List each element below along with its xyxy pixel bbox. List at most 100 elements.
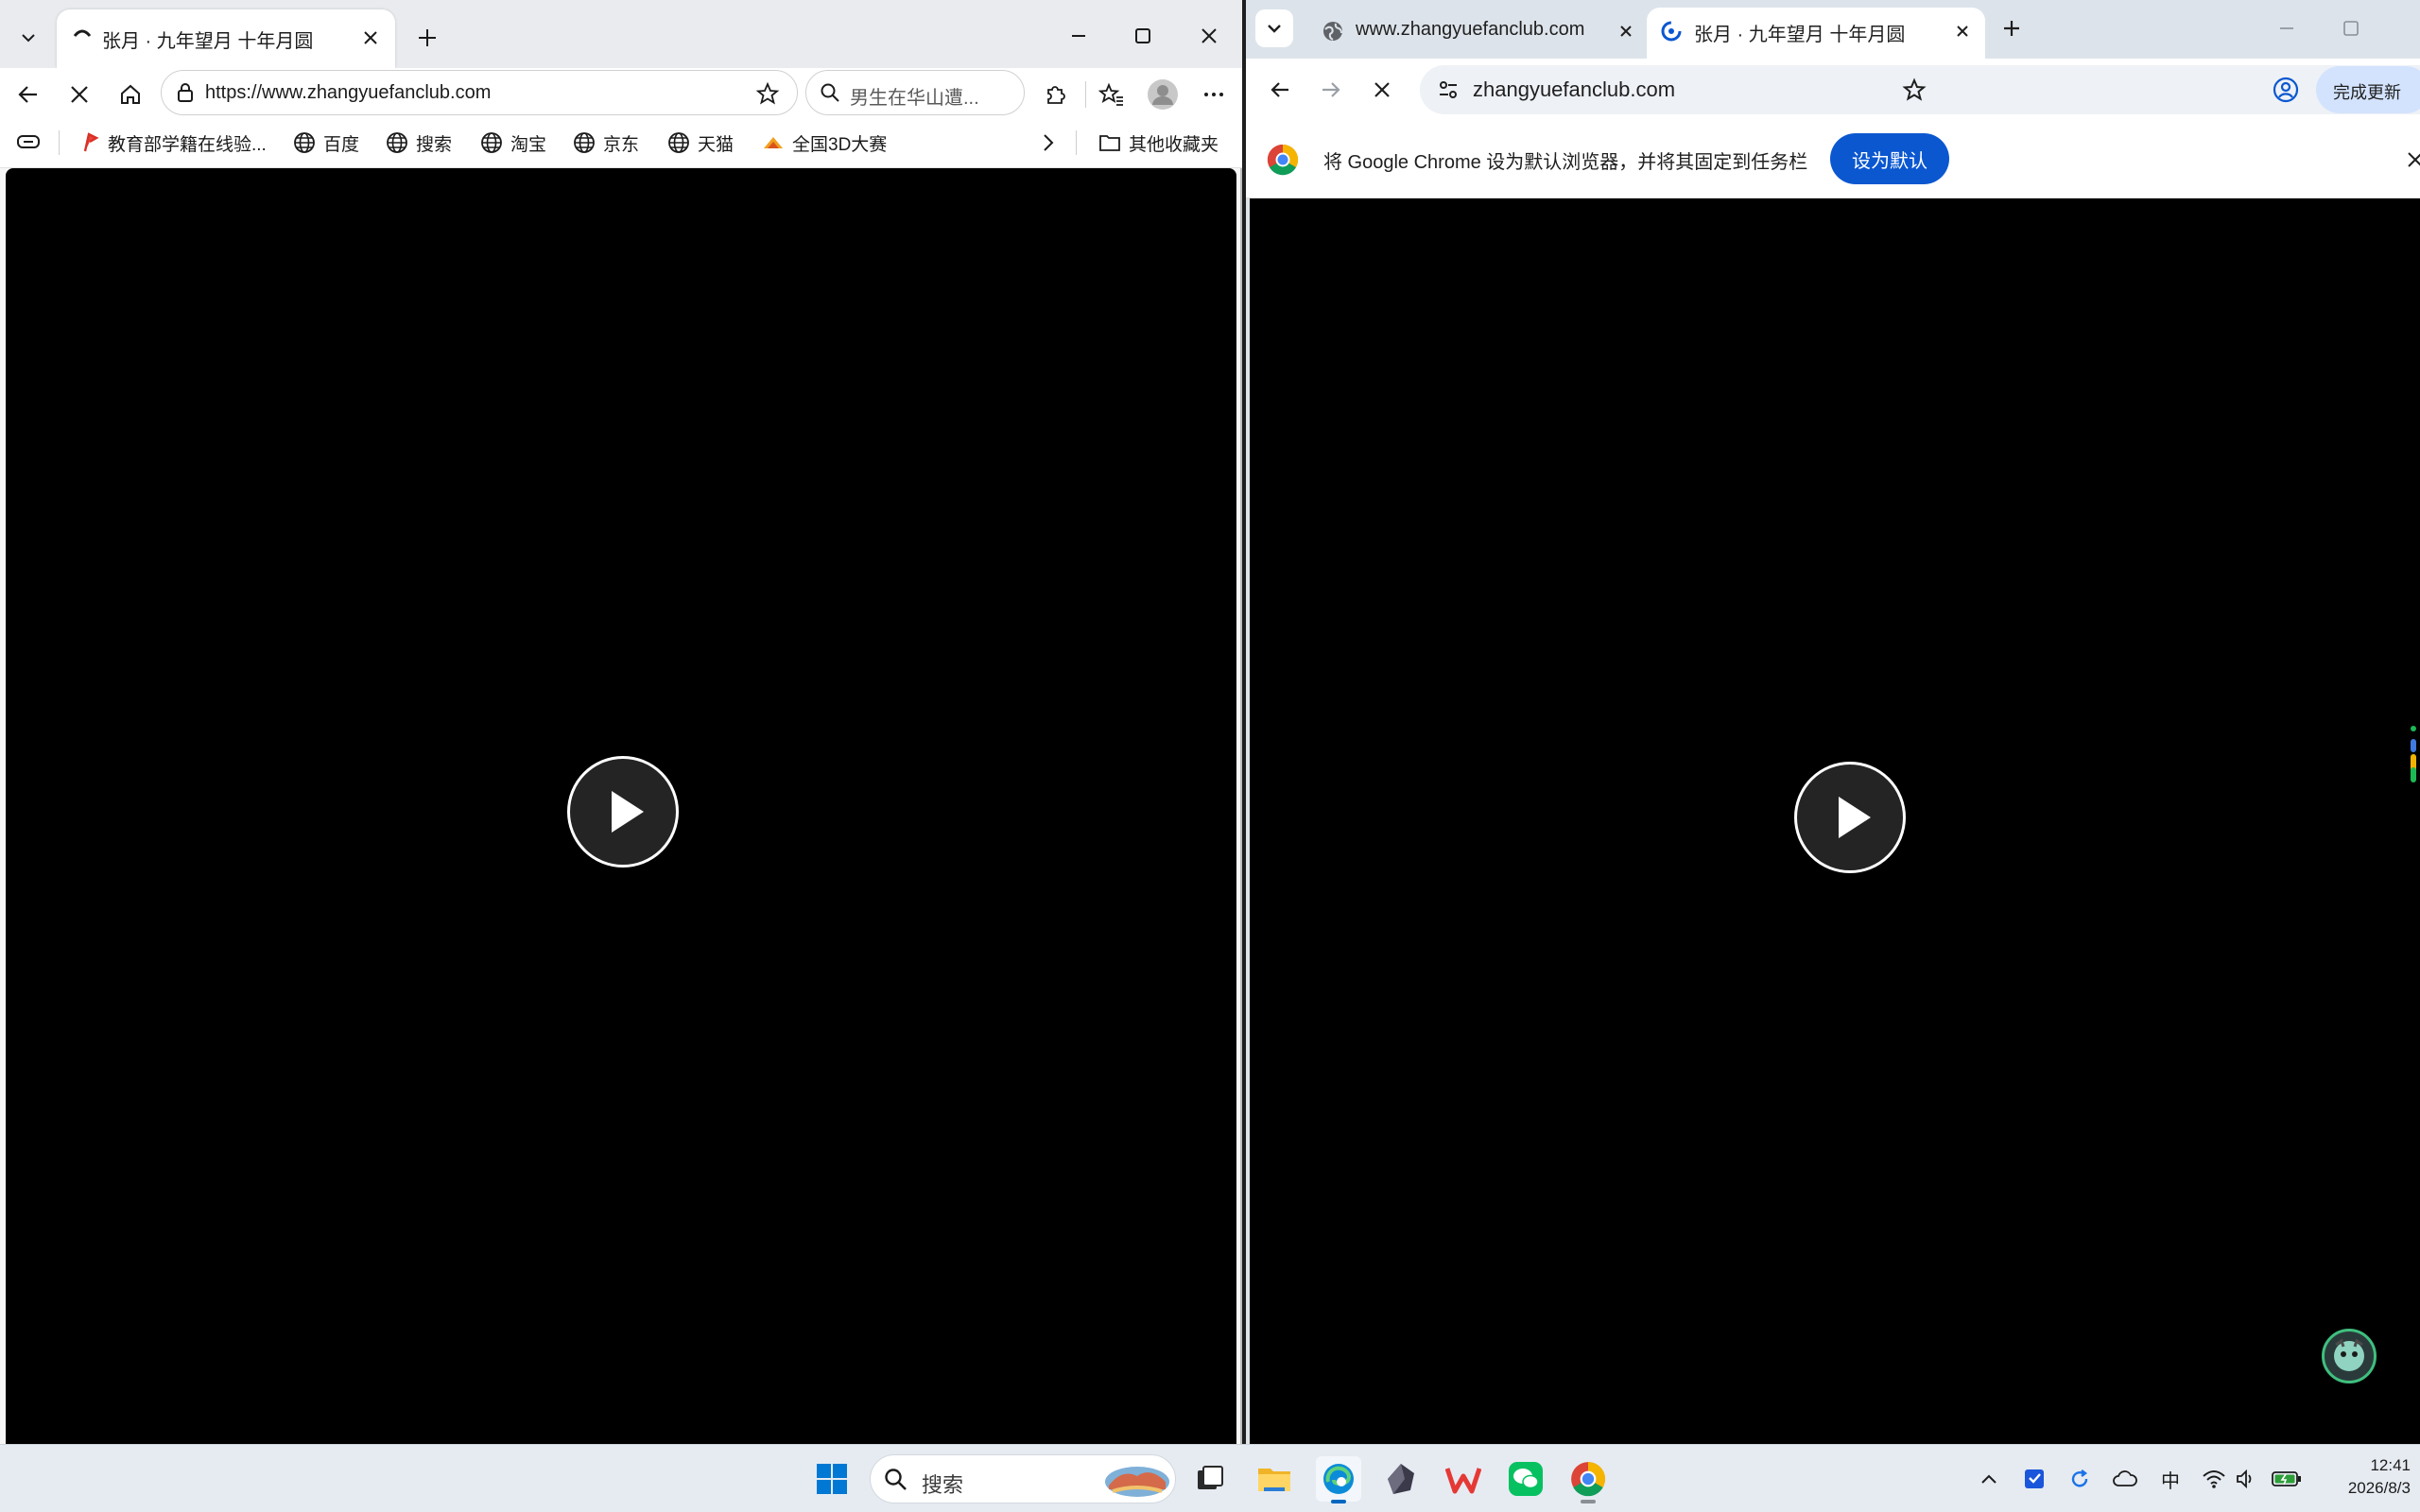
wps-app-icon[interactable] — [1441, 1456, 1486, 1502]
bookmark-item[interactable]: 天猫 — [667, 129, 734, 157]
back-arrow-icon[interactable] — [9, 76, 47, 113]
clock-date: 2026/8/3 — [2347, 1479, 2411, 1497]
more-menu-icon[interactable] — [1195, 76, 1233, 113]
other-favorites-folder[interactable]: 其他收藏夹 — [1098, 129, 1219, 157]
finish-update-button[interactable]: 完成更新 — [2316, 66, 2420, 113]
edge-tab-active[interactable]: 张月 · 九年望月 十年月圆 — [57, 9, 395, 68]
site-info-tune-icon[interactable] — [1437, 78, 1460, 101]
sync-icon[interactable] — [2065, 1464, 2095, 1494]
volume-icon[interactable] — [2231, 1464, 2261, 1494]
profile-avatar[interactable] — [1144, 76, 1182, 113]
edge-app-icon[interactable] — [1316, 1456, 1361, 1503]
search-icon — [884, 1468, 908, 1492]
globe-icon — [573, 131, 596, 154]
play-button[interactable] — [567, 756, 679, 868]
collections-icon[interactable] — [15, 130, 42, 153]
play-icon — [1839, 797, 1871, 838]
ime-indicator[interactable]: 中 — [2155, 1464, 2186, 1494]
bookmark-label: 天猫 — [698, 134, 735, 155]
globe-icon — [1322, 20, 1344, 43]
maximize-icon[interactable] — [2329, 9, 2373, 47]
floating-assistant-icon[interactable] — [2322, 1329, 2377, 1383]
minimize-icon[interactable] — [2265, 9, 2308, 47]
favorite-star-icon[interactable] — [755, 81, 780, 106]
battery-charging-icon[interactable] — [2269, 1464, 2305, 1494]
chrome-toolbar: zhangyuefanclub.com 完成更新 — [1246, 59, 2420, 121]
chevron-up-icon[interactable] — [1974, 1464, 2004, 1494]
infobar-message: 将 Google Chrome 设为默认浏览器，并将其固定到任务栏 — [1323, 152, 1808, 173]
edge-toolbar: https://www.zhangyuefanclub.com 男生在华山遭..… — [0, 68, 1242, 117]
active-app-indicator — [1331, 1500, 1346, 1503]
close-tab-icon[interactable] — [357, 25, 384, 51]
maximize-icon[interactable] — [1121, 17, 1165, 55]
bookmark-divider — [1076, 130, 1077, 155]
tab-actions-chevron-icon[interactable] — [9, 19, 47, 57]
chrome-tab-title: www.zhangyuefanclub.com — [1356, 19, 1585, 40]
taskbar-search-box[interactable]: 搜索 — [870, 1454, 1176, 1503]
new-tab-plus-icon[interactable] — [408, 19, 446, 57]
onedrive-cloud-icon[interactable] — [2110, 1464, 2140, 1494]
system-clock[interactable]: 12:41 2026/8/3 — [2307, 1454, 2411, 1500]
edge-search-query: 男生在华山遭... — [850, 88, 979, 109]
chrome-tab-inactive[interactable]: www.zhangyuefanclub.com — [1312, 9, 1647, 59]
globe-icon — [293, 131, 316, 154]
chrome-app-icon[interactable] — [1565, 1456, 1611, 1503]
profile-icon[interactable] — [2267, 71, 2305, 109]
play-button[interactable] — [1794, 762, 1906, 873]
bookmark-star-icon[interactable] — [1902, 77, 1927, 102]
security-shield-icon[interactable] — [2019, 1464, 2049, 1494]
stop-loading-icon[interactable] — [1363, 71, 1401, 109]
chrome-video-area[interactable] — [1250, 198, 2420, 1444]
bookmark-label: 淘宝 — [510, 134, 547, 155]
extensions-puzzle-icon[interactable] — [1036, 76, 1074, 113]
edge-window: 张月 · 九年望月 十年月圆 https://www.zhangyuefancl… — [0, 0, 1242, 1444]
home-icon[interactable] — [112, 76, 149, 113]
back-arrow-icon[interactable] — [1261, 71, 1299, 109]
file-explorer-icon[interactable] — [1252, 1456, 1297, 1502]
bookmark-item[interactable]: 百度 — [293, 129, 359, 157]
close-window-icon[interactable] — [1187, 17, 1231, 55]
set-default-button[interactable]: 设为默认 — [1830, 133, 1949, 184]
chrome-window: www.zhangyuefanclub.com 张月 · 九年望月 十年月圆 z… — [1246, 0, 2420, 1444]
toolbar-divider — [1085, 81, 1086, 108]
stop-loading-icon[interactable] — [60, 76, 98, 113]
close-tab-icon[interactable] — [1949, 18, 1976, 44]
side-level-indicator — [2409, 726, 2416, 782]
search-highlight-image-icon — [1103, 1461, 1171, 1499]
flag-icon — [79, 132, 100, 153]
clock-time: 12:41 — [2370, 1456, 2411, 1474]
minimize-icon[interactable] — [1057, 17, 1100, 55]
lock-icon[interactable] — [175, 82, 196, 103]
bookmark-item[interactable]: 淘宝 — [480, 129, 546, 157]
chrome-tab-active[interactable]: 张月 · 九年望月 十年月圆 — [1647, 8, 1985, 59]
chrome-url-text: zhangyuefanclub.com — [1473, 77, 1676, 101]
taskbar: 搜索 中 12:41 2026/8/3 — [0, 1444, 2420, 1512]
folder-icon — [1098, 132, 1121, 153]
open-app-indicator — [1581, 1500, 1596, 1503]
edge-address-bar[interactable]: https://www.zhangyuefanclub.com — [161, 70, 798, 115]
chrome-logo-icon — [1267, 144, 1299, 176]
windows-start-icon[interactable] — [809, 1456, 855, 1502]
bookmark-item[interactable]: 全国3D大赛 — [762, 129, 887, 157]
bookmark-item[interactable]: 京东 — [573, 129, 639, 157]
search-icon — [820, 82, 840, 103]
default-browser-infobar: 将 Google Chrome 设为默认浏览器，并将其固定到任务栏 设为默认 — [1246, 121, 2420, 198]
bookmark-item[interactable]: 搜索 — [386, 129, 452, 157]
bookmark-label: 搜索 — [416, 134, 453, 155]
wechat-app-icon[interactable] — [1503, 1456, 1548, 1502]
tab-search-chevron-icon[interactable] — [1255, 9, 1293, 47]
edge-favorites-bar: 教育部学籍在线验... 百度 搜索 淘宝 京东 天猫 全国3D大赛 其他收藏夹 — [0, 117, 1242, 168]
close-infobar-icon[interactable] — [2401, 146, 2420, 174]
bookmark-label: 京东 — [603, 134, 640, 155]
wifi-icon[interactable] — [2199, 1464, 2229, 1494]
bookmark-item[interactable]: 教育部学籍在线验... — [79, 129, 267, 157]
globe-icon — [386, 131, 408, 154]
obsidian-app-icon[interactable] — [1378, 1456, 1424, 1502]
chevron-right-icon[interactable] — [1038, 131, 1059, 154]
edge-video-area[interactable] — [6, 168, 1236, 1444]
new-tab-plus-icon[interactable] — [1993, 9, 2031, 47]
favorites-icon[interactable] — [1093, 76, 1131, 113]
edge-search-box[interactable]: 男生在华山遭... — [805, 70, 1025, 115]
task-view-icon[interactable] — [1187, 1456, 1233, 1502]
close-tab-icon[interactable] — [1613, 18, 1639, 44]
